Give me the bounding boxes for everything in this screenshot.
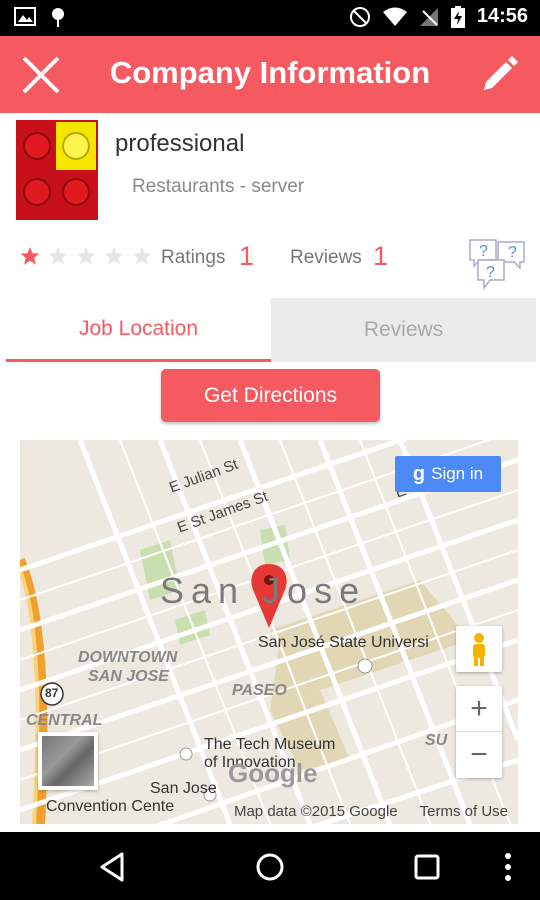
star-empty-icon (76, 247, 96, 265)
company-category: Restaurants - server (132, 176, 305, 197)
street-view-pegman-icon[interactable] (456, 626, 502, 672)
company-logo (16, 120, 98, 220)
zoom-out-button[interactable]: − (456, 732, 502, 778)
reviews-label: Reviews (290, 247, 362, 268)
star-empty-icon (104, 247, 124, 265)
google-g-icon: g (412, 462, 426, 485)
tab-reviews[interactable]: Reviews (271, 298, 536, 362)
satellite-toggle[interactable] (38, 732, 98, 790)
android-debug-icon (52, 8, 64, 27)
tab-bar: Job Location Reviews (6, 298, 536, 362)
page-title: Company Information (109, 55, 431, 90)
company-name: professional (115, 130, 245, 157)
sign-in-label: Sign in (431, 464, 484, 483)
rating-stars (20, 246, 152, 266)
star-empty-icon (132, 247, 152, 265)
map-sign-in-button[interactable]: g Sign in (395, 456, 501, 492)
wifi-icon (382, 7, 407, 26)
status-time: 14:56 (476, 5, 528, 27)
map-district-label: CENTRAL (26, 712, 103, 729)
svg-text:?: ? (508, 244, 517, 261)
pegman-icon (473, 633, 485, 666)
map-data-attribution: Map data ©2015 Google (233, 803, 398, 820)
map-poi-label: San Jose (150, 780, 217, 797)
ratings-count: 1 (239, 241, 255, 271)
map-view[interactable]: E Julian St E St James St E Sa San Jose … (20, 440, 518, 824)
edit-icon[interactable] (480, 54, 520, 94)
terms-of-use-link[interactable]: Terms of Use (420, 803, 508, 820)
map-footer: Map data ©2015 Google Terms of Use (20, 803, 518, 820)
no-signal-icon (419, 7, 438, 26)
map-poi-label: San José State Universi (258, 634, 429, 651)
star-filled-icon (20, 247, 40, 265)
back-icon[interactable] (96, 850, 130, 884)
status-bar: 14:56 (0, 0, 540, 36)
image-notification-icon (14, 7, 36, 26)
home-icon[interactable] (253, 850, 287, 884)
tab-job-location[interactable]: Job Location (6, 298, 271, 362)
do-not-disturb-icon (349, 6, 370, 27)
recents-icon[interactable] (410, 850, 444, 884)
navigation-bar (0, 832, 540, 900)
question-bubbles-icon[interactable]: ? ? ? (468, 236, 528, 292)
google-logo: Google (228, 758, 318, 788)
reviews-count: 1 (373, 241, 389, 271)
get-directions-button[interactable]: Get Directions (161, 369, 380, 422)
highway-shield-label: 87 (45, 686, 59, 700)
map-district-label: SU (425, 732, 448, 749)
svg-text:?: ? (486, 264, 495, 281)
star-empty-icon (48, 247, 68, 265)
overflow-menu-icon[interactable] (498, 850, 518, 884)
map-district-label: PASEO (232, 682, 287, 699)
battery-charging-icon (450, 5, 465, 28)
map-district-label: DOWNTOWN (78, 649, 178, 666)
app-bar: Company Information (0, 36, 540, 113)
map-poi-label: The Tech Museum (204, 736, 336, 753)
map-district-label: SAN JOSE (88, 668, 169, 685)
zoom-in-button[interactable]: + (456, 686, 502, 732)
svg-text:?: ? (479, 243, 488, 260)
ratings-label: Ratings (161, 247, 226, 268)
zoom-controls: + − (456, 686, 502, 778)
map-city-label: San Jose (160, 570, 367, 611)
